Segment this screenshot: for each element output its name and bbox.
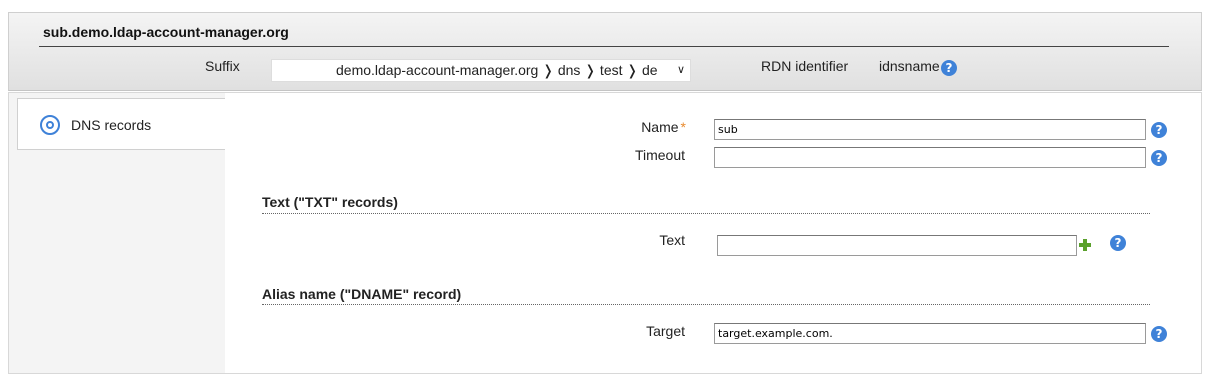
name-label: Name * [536, 119, 686, 135]
timeout-input[interactable] [714, 147, 1146, 168]
help-icon[interactable]: ? [1151, 326, 1167, 342]
section-divider [262, 304, 1150, 305]
rdn-value: idnsname [879, 58, 940, 74]
add-icon[interactable] [1078, 238, 1092, 252]
header-divider [39, 46, 1169, 47]
tab-label: DNS records [71, 117, 152, 133]
help-icon[interactable]: ? [941, 60, 957, 76]
sidebar: DNS records [9, 93, 225, 373]
rdn-label: RDN identifier [761, 58, 849, 74]
main-content: DNS records Name * sub ? Timeout ? Text (… [8, 92, 1202, 374]
tab-dns-records[interactable]: DNS records [17, 98, 225, 150]
text-label: Text [659, 232, 685, 248]
help-icon[interactable]: ? [1151, 122, 1167, 138]
target-input[interactable]: target.example.com. [714, 323, 1146, 344]
dname-section-title: Alias name ("DNAME" record) [262, 286, 462, 302]
suffix-value: demo.ldap-account-manager.org ❭ dns ❭ te… [336, 62, 658, 78]
page-title: sub.demo.ldap-account-manager.org [43, 24, 289, 40]
chevron-down-icon: ∨ [676, 64, 685, 76]
timeout-label: Timeout [634, 147, 685, 163]
txt-section-title: Text ("TXT" records) [262, 194, 398, 210]
suffix-label: Suffix [205, 58, 240, 74]
name-input[interactable]: sub [714, 119, 1146, 140]
header-bar: sub.demo.ldap-account-manager.org Suffix… [8, 12, 1202, 91]
required-marker: * [680, 119, 686, 135]
target-label: Target [646, 323, 685, 339]
section-divider [262, 213, 1150, 214]
help-icon[interactable]: ? [1151, 150, 1167, 166]
name-label-text: Name [641, 119, 679, 135]
dns-icon [40, 115, 60, 135]
suffix-select[interactable]: demo.ldap-account-manager.org ❭ dns ❭ te… [271, 59, 691, 82]
text-input[interactable] [717, 235, 1077, 256]
help-icon[interactable]: ? [1110, 235, 1126, 251]
